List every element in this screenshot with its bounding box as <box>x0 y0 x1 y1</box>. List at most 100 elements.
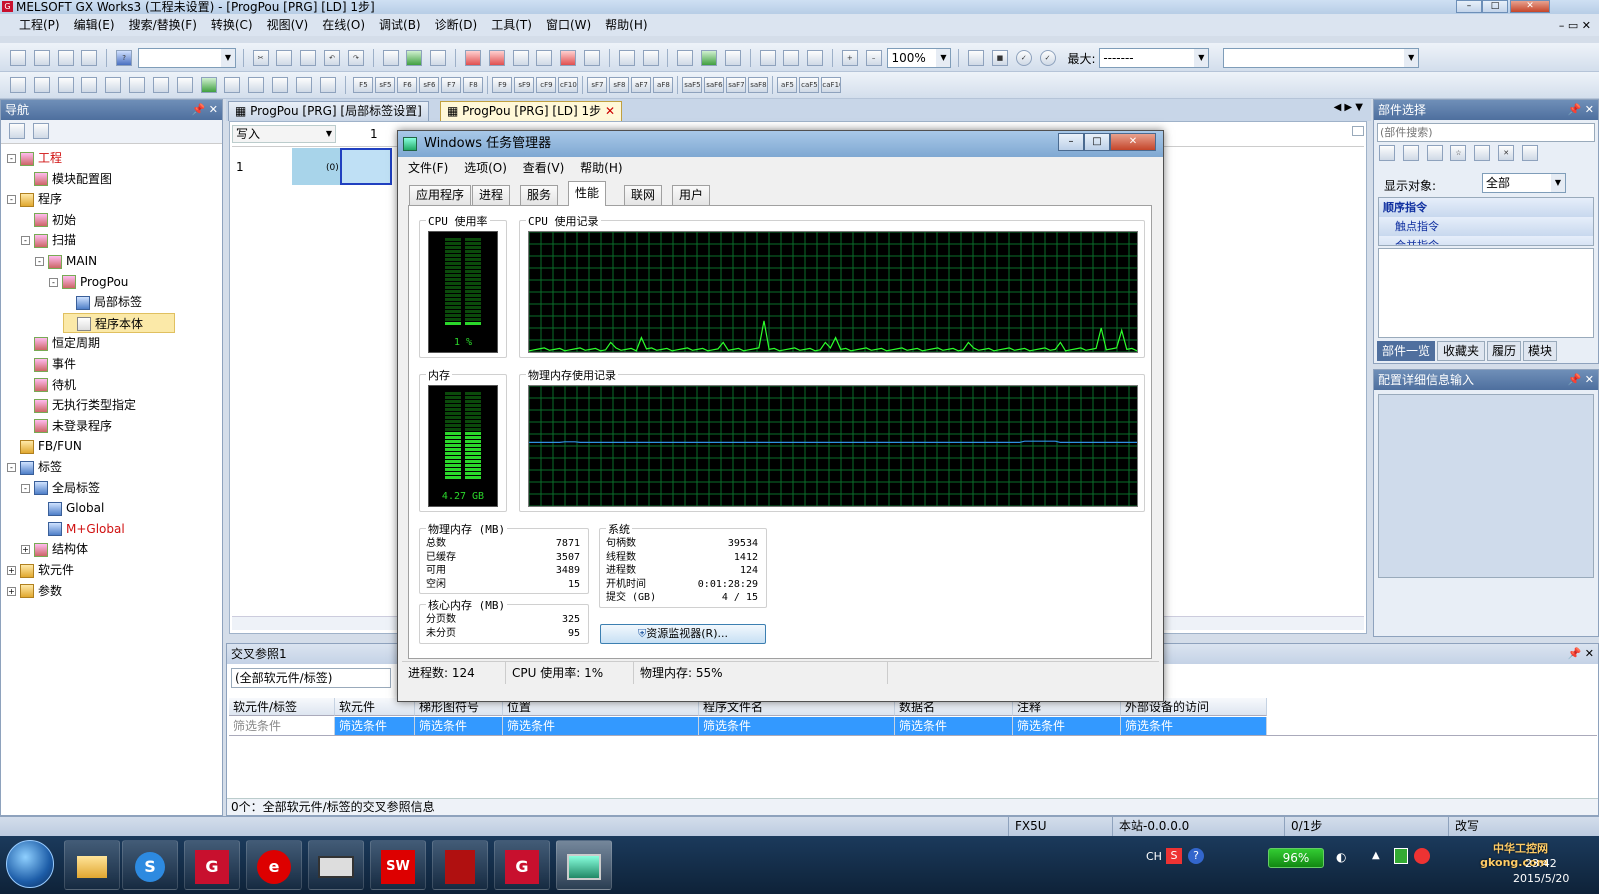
xref-pin-close[interactable]: 📌 ✕ <box>1568 644 1594 664</box>
tab-parts-list[interactable]: 部件一览 <box>1377 341 1435 361</box>
maximize-button[interactable]: □ <box>1482 0 1508 13</box>
ladder-fkey-12-icon[interactable]: aF7 <box>631 77 652 93</box>
module-icon[interactable] <box>33 77 50 93</box>
close-tab-icon[interactable]: ✕ <box>605 104 615 118</box>
save-icon[interactable] <box>57 50 74 66</box>
tray-app2-icon[interactable] <box>1414 848 1430 864</box>
ladder-fkey-15-icon[interactable]: saF6 <box>704 77 725 93</box>
tm-tab-processes[interactable]: 进程 <box>472 185 511 205</box>
tab-favorites[interactable]: 收藏夹 <box>1437 341 1485 361</box>
read-plc-icon[interactable] <box>488 50 505 66</box>
cut-icon[interactable]: ✂ <box>252 50 269 66</box>
window-arrange-icon[interactable] <box>807 50 824 66</box>
mdi-controls[interactable]: – ▭ ✕ <box>1559 19 1591 32</box>
taskbar-solidworks[interactable]: SW <box>370 840 426 890</box>
config-pin-close[interactable]: 📌 ✕ <box>1568 370 1594 390</box>
write-plc-icon[interactable] <box>464 50 481 66</box>
menu-debug[interactable]: 调试(B) <box>372 14 428 36</box>
parts-item[interactable]: 合并指令 <box>1379 236 1593 245</box>
tm-menu-view[interactable]: 查看(V) <box>517 161 571 175</box>
menu-tools[interactable]: 工具(T) <box>484 14 539 36</box>
delete-icon[interactable]: ✕ <box>1498 145 1515 161</box>
menu-help[interactable]: 帮助(H) <box>598 14 654 36</box>
ladder-fkey-17-icon[interactable]: saF8 <box>748 77 769 93</box>
monitor-mode-icon[interactable] <box>295 77 312 93</box>
zoom-in-icon[interactable]: + <box>841 50 858 66</box>
ladder-fkey-16-icon[interactable]: saF7 <box>726 77 747 93</box>
menu-online[interactable]: 在线(O) <box>315 14 372 36</box>
nav-sort-icon[interactable] <box>32 123 49 139</box>
folder-icon[interactable] <box>1474 145 1491 161</box>
ladder-fkey-18-icon[interactable]: aF5 <box>777 77 798 93</box>
tab-history[interactable]: 履历 <box>1487 341 1521 361</box>
new-icon[interactable] <box>10 50 26 66</box>
menu-diagnostics[interactable]: 诊断(D) <box>428 14 485 36</box>
convert-all-icon[interactable] <box>224 77 241 93</box>
check-icon[interactable]: ✓ <box>1015 50 1032 66</box>
write-mode-icon[interactable] <box>319 77 336 93</box>
tm-title-bar[interactable]: Windows 任务管理器 – □ ✕ <box>398 131 1163 157</box>
expand-toggle-icon[interactable]: + <box>21 545 30 555</box>
tree-item[interactable]: Global <box>35 498 104 518</box>
xref-filter-cell[interactable]: 筛选条件 <box>1013 717 1121 735</box>
parts-menu-icon[interactable] <box>1521 145 1538 161</box>
ladder-fkey-9-icon[interactable]: cF10 <box>558 77 579 93</box>
xref-filter-cell[interactable]: 筛选条件 <box>503 717 699 735</box>
taskbar-acrobat[interactable] <box>432 840 488 890</box>
resource-monitor-button[interactable]: ⛨资源监视器(R)... <box>600 624 766 644</box>
expand-toggle-icon[interactable]: - <box>7 463 16 472</box>
parts-pin-close[interactable]: 📌 ✕ <box>1568 100 1594 120</box>
tm-close-button[interactable]: ✕ <box>1110 133 1156 151</box>
ladder-fkey-11-icon[interactable]: sF8 <box>609 77 630 93</box>
tree-item[interactable]: 恒定周期 <box>21 333 100 353</box>
fb-icon[interactable] <box>129 77 146 93</box>
taskbar-explorer[interactable] <box>64 840 120 890</box>
tree-item[interactable]: 事件 <box>21 354 76 374</box>
verify-icon[interactable] <box>512 50 529 66</box>
tm-menu-help[interactable]: 帮助(H) <box>574 161 628 175</box>
tm-minimize-button[interactable]: – <box>1058 133 1084 151</box>
tree-item[interactable]: - MAIN <box>35 251 97 271</box>
device-monitor-icon[interactable] <box>618 50 635 66</box>
menu-find[interactable]: 搜索/替换(F) <box>122 14 204 36</box>
device-icon[interactable] <box>176 77 193 93</box>
tree-item[interactable]: - ProgPou <box>49 272 128 292</box>
minimize-button[interactable]: – <box>1456 0 1482 13</box>
expand-toggle-icon[interactable]: - <box>7 195 16 205</box>
taskbar-keyboard[interactable] <box>308 840 364 890</box>
tree-item[interactable]: - 工程 <box>7 148 62 168</box>
parts-search-input[interactable] <box>1377 123 1595 142</box>
device-search-icon[interactable] <box>382 50 399 66</box>
tm-menu-file[interactable]: 文件(F) <box>402 161 454 175</box>
tree-item[interactable]: FB/FUN <box>7 436 82 456</box>
help-icon[interactable]: ? <box>116 50 133 66</box>
max-combo[interactable]: ------- ▼ <box>1099 48 1210 68</box>
expand-toggle-icon[interactable]: - <box>49 277 58 287</box>
tree-item[interactable]: 程序本体 <box>63 312 175 333</box>
zoom-combo[interactable]: 100% ▼ <box>887 48 952 68</box>
paste-icon[interactable] <box>300 50 317 66</box>
menu-edit[interactable]: 编辑(E) <box>67 14 122 36</box>
close-button[interactable]: ✕ <box>1510 0 1550 13</box>
read-mode-icon[interactable] <box>272 77 289 93</box>
ladder-fkey-8-icon[interactable]: cF9 <box>536 77 557 93</box>
layout2-icon[interactable] <box>81 77 98 93</box>
copy-icon[interactable] <box>276 50 293 66</box>
tray-expand-icon[interactable]: ▲ <box>1372 850 1380 861</box>
clock-time[interactable]: 23:42 <box>1525 857 1557 870</box>
expand-toggle-icon[interactable]: - <box>7 154 16 163</box>
tree-item[interactable]: 模块配置图 <box>21 169 112 189</box>
tree-item[interactable]: 局部标签 <box>63 292 142 312</box>
layout1-icon[interactable] <box>57 77 74 93</box>
tree-item[interactable]: - 全局标签 <box>21 478 100 498</box>
tray-app-icon[interactable] <box>1394 848 1408 864</box>
parts-item[interactable]: 顺序指令 <box>1379 198 1593 217</box>
taskbar-gxworks2[interactable]: G <box>494 840 550 890</box>
start-button[interactable] <box>6 840 54 888</box>
ladder-fkey-0-icon[interactable]: F5 <box>353 77 374 93</box>
display-target-combo[interactable]: 全部 ▼ <box>1482 173 1566 193</box>
xref-filter-cell[interactable]: 筛选条件 <box>415 717 503 735</box>
ladder-fkey-2-icon[interactable]: F6 <box>397 77 418 93</box>
tm-tab-applications[interactable]: 应用程序 <box>409 185 472 205</box>
stop-icon[interactable]: ■ <box>991 50 1008 66</box>
